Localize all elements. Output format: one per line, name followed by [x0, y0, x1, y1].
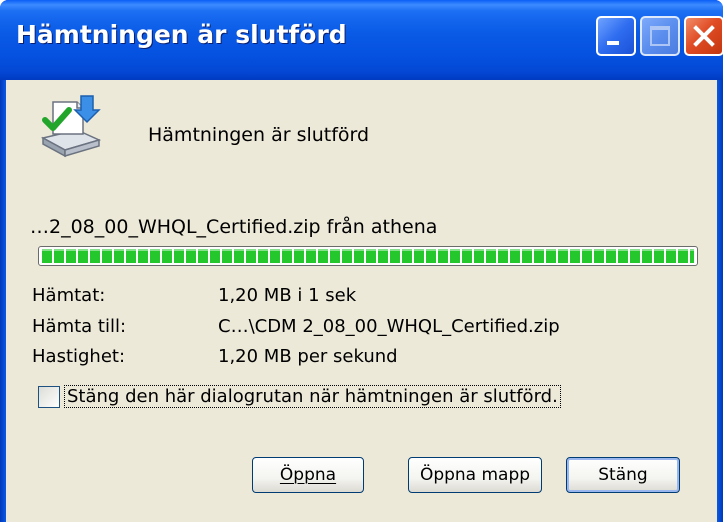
open-button[interactable]: Öppna — [252, 457, 364, 493]
downloaded-label: Hämtat: — [32, 285, 106, 306]
maximize-icon — [650, 26, 670, 46]
minimize-button[interactable] — [596, 16, 636, 56]
dialog-heading: Hämtningen är slutförd — [148, 124, 370, 146]
close-icon — [693, 25, 715, 47]
window-title: Hämtningen är slutförd — [16, 20, 347, 49]
dialog-body: Hämtningen är slutförd …2_08_00_WHQL_Cer… — [6, 80, 717, 522]
open-button-label: Öppna — [279, 465, 337, 485]
download-source: …2_08_00_WHQL_Certified.zip från athena — [30, 216, 438, 238]
progress-fill — [42, 249, 694, 263]
close-dialog-button[interactable]: Stäng — [566, 457, 680, 493]
close-dialog-button-label: Stäng — [598, 465, 648, 485]
open-folder-button[interactable]: Öppna mapp — [408, 457, 542, 493]
speed-value: 1,20 MB per sekund — [218, 346, 398, 367]
close-button[interactable] — [684, 16, 723, 56]
close-when-done-checkbox[interactable] — [38, 386, 60, 408]
download-complete-window: Hämtningen är slutförd Hämtningen är slu… — [0, 0, 723, 522]
download-complete-icon — [40, 95, 102, 158]
maximize-button — [640, 16, 680, 56]
speed-label: Hastighet: — [32, 346, 126, 367]
downloaded-value: 1,20 MB i 1 sek — [218, 285, 357, 306]
window-frame-right — [717, 80, 723, 522]
destination-label: Hämta till: — [32, 316, 127, 337]
title-bar[interactable]: Hämtningen är slutförd — [0, 0, 723, 80]
download-progress-bar — [38, 246, 698, 266]
destination-value: C…\CDM 2_08_00_WHQL_Certified.zip — [218, 316, 560, 337]
minimize-icon — [607, 41, 619, 45]
close-when-done-label[interactable]: Stäng den här dialogrutan när hämtningen… — [64, 385, 561, 408]
open-folder-button-label: Öppna mapp — [419, 465, 531, 485]
